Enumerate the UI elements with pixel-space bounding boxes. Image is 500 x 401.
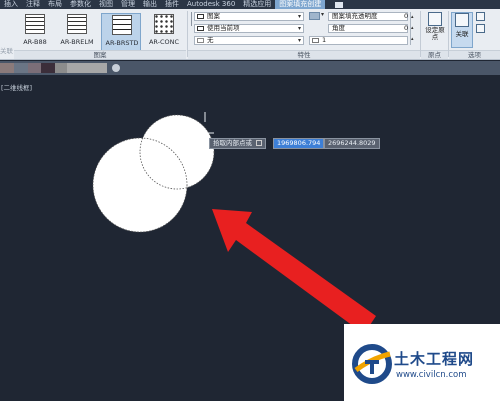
autocad-window: 插入 注释 布局 参数化 视图 管理 输出 插件 Autodesk 360 精选… — [0, 0, 500, 401]
y-coordinate-input[interactable]: 2696244.8029 — [324, 138, 380, 149]
filled-circle-large — [93, 138, 187, 232]
watermark: 土木工程网 www.civilcn.com — [344, 324, 500, 401]
watermark-url: www.civilcn.com — [396, 370, 467, 380]
command-prompt-tooltip: 拾取内部点或 — [209, 138, 266, 149]
watermark-logo-icon — [352, 344, 392, 384]
hatch-boundary-circles — [92, 114, 215, 233]
watermark-name: 土木工程网 — [394, 350, 475, 368]
x-coordinate-input[interactable]: 1969806.794 — [273, 138, 325, 149]
red-pointer-arrow — [212, 209, 376, 334]
prompt-options-icon[interactable] — [256, 140, 262, 146]
